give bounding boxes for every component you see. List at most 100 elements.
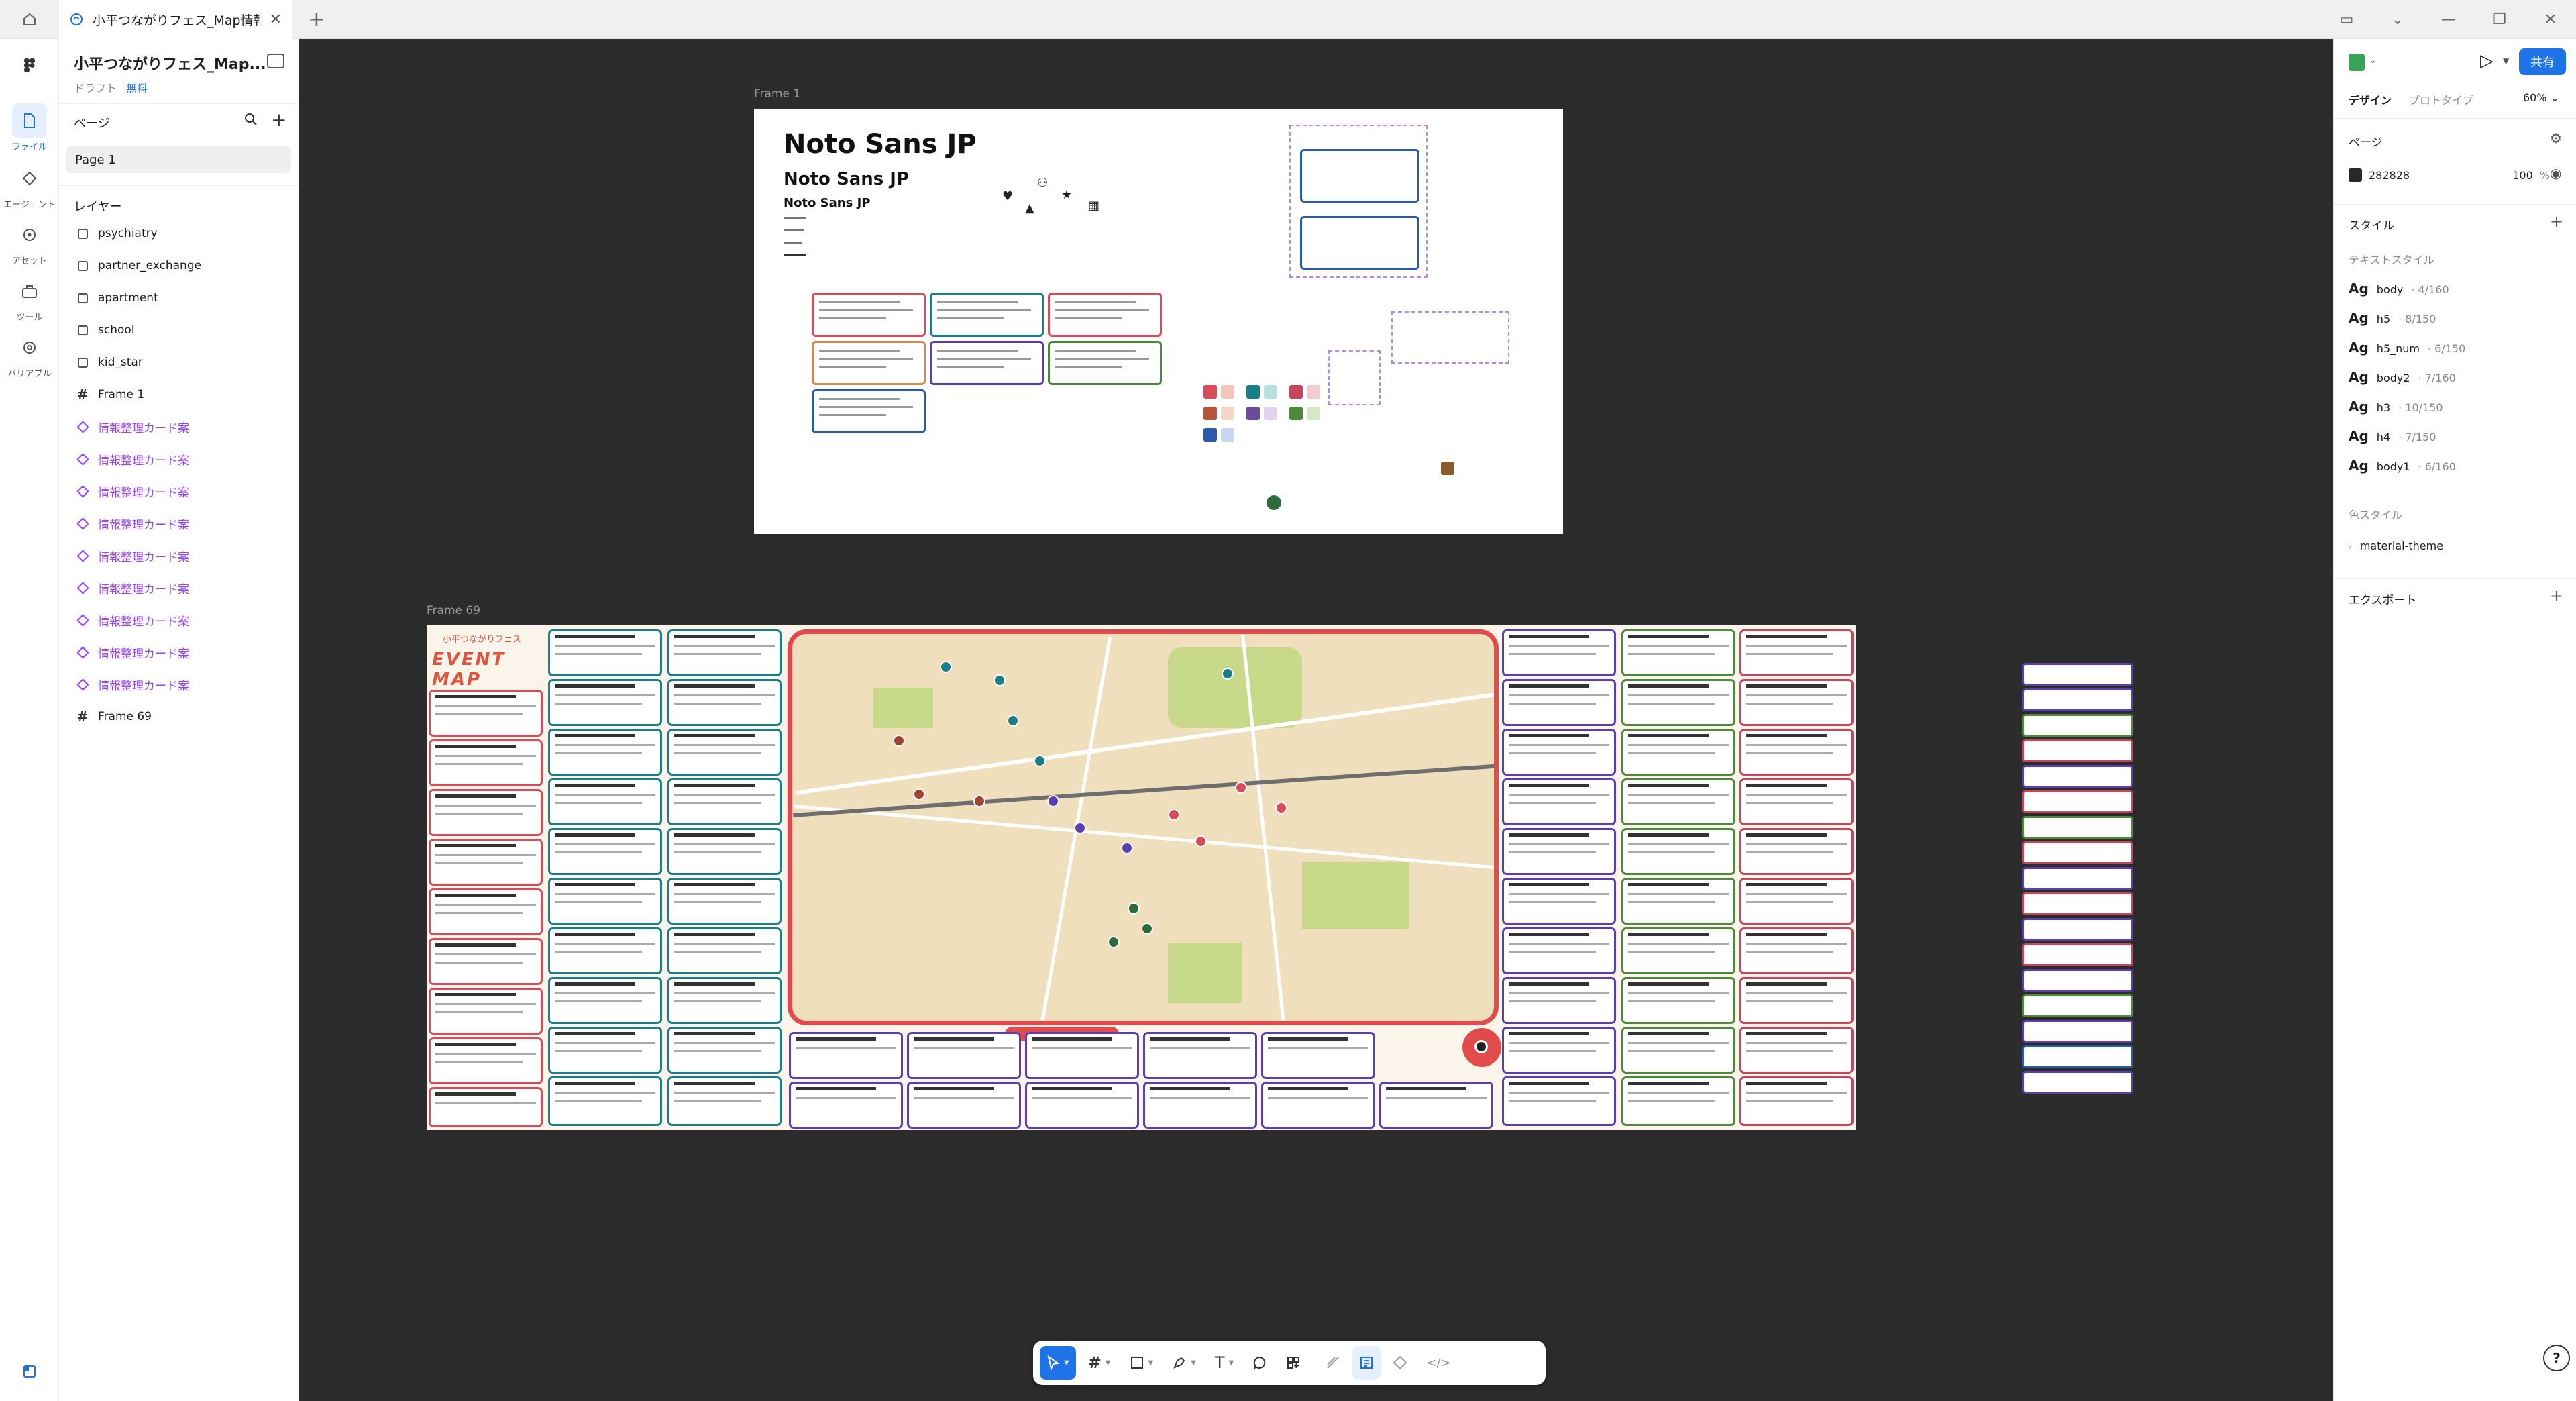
info-card[interactable] xyxy=(1143,1082,1257,1129)
info-card-instance[interactable] xyxy=(2022,1071,2133,1094)
info-card-sample[interactable] xyxy=(812,293,926,337)
info-card-sample[interactable] xyxy=(1048,293,1162,337)
color-swatch[interactable] xyxy=(1441,462,1454,475)
text-style-item[interactable]: Ag h4 · 7/150 xyxy=(2349,428,2436,444)
info-card[interactable] xyxy=(667,878,782,925)
sheets-icon[interactable] xyxy=(2349,54,2365,71)
home-button[interactable] xyxy=(0,0,59,39)
comment-tool-button[interactable] xyxy=(1246,1346,1274,1380)
info-card[interactable] xyxy=(1621,1027,1735,1074)
rail-menu[interactable] xyxy=(0,48,59,85)
info-card-instance[interactable] xyxy=(2022,1045,2133,1068)
info-card[interactable] xyxy=(429,938,543,985)
text-style-item[interactable]: Ag h5_num · 6/150 xyxy=(2349,340,2465,356)
map-pin[interactable] xyxy=(1128,902,1140,915)
map-pin[interactable] xyxy=(913,788,925,800)
color-swatch[interactable] xyxy=(1264,407,1277,420)
frame-1[interactable]: Noto Sans JP Noto Sans JP Noto Sans JP ⚇… xyxy=(754,109,1563,534)
info-card[interactable] xyxy=(1621,927,1735,974)
map-pin[interactable] xyxy=(1235,782,1247,794)
map-pin[interactable] xyxy=(940,661,952,673)
chevron-down-icon[interactable]: ⌄ xyxy=(2372,0,2423,39)
info-card[interactable] xyxy=(429,988,543,1035)
layer-item[interactable]: 情報整理カード案 xyxy=(66,444,291,474)
close-window-button[interactable]: ✕ xyxy=(2525,0,2576,39)
info-card-instance[interactable] xyxy=(2022,765,2133,788)
color-swatch[interactable] xyxy=(1289,407,1303,420)
color-swatch[interactable] xyxy=(1221,428,1234,442)
info-card[interactable] xyxy=(1379,1082,1493,1129)
info-card[interactable] xyxy=(548,828,662,875)
info-card-sample[interactable] xyxy=(930,341,1044,385)
info-card-instance[interactable] xyxy=(2022,969,2133,992)
help-button[interactable]: ? xyxy=(2543,1345,2570,1371)
layer-item[interactable]: 情報整理カード案 xyxy=(66,476,291,506)
layer-item[interactable]: # Frame 69 xyxy=(66,702,291,731)
info-card[interactable] xyxy=(1739,878,1854,925)
layer-item[interactable]: 情報整理カード案 xyxy=(66,605,291,635)
layer-item[interactable]: partner_exchange xyxy=(66,251,291,280)
info-card[interactable] xyxy=(429,789,543,836)
plan-badge[interactable]: 無料 xyxy=(126,79,148,95)
component-set[interactable] xyxy=(1289,125,1428,278)
page-color-swatch[interactable] xyxy=(2349,168,2362,182)
color-swatch[interactable] xyxy=(1221,385,1234,399)
map-pin[interactable] xyxy=(893,735,905,747)
info-card[interactable] xyxy=(429,839,543,886)
layer-item[interactable]: 情報整理カード案 xyxy=(66,412,291,442)
color-swatch[interactable] xyxy=(1203,428,1217,442)
color-swatch[interactable] xyxy=(1264,385,1277,399)
rail-variables[interactable]: バリアブル xyxy=(0,330,59,379)
map-pin[interactable] xyxy=(1034,755,1046,767)
color-swatch[interactable] xyxy=(1246,385,1260,399)
info-card[interactable] xyxy=(907,1032,1021,1079)
chevron-down-icon[interactable]: ▼ xyxy=(1064,1359,1069,1367)
info-card[interactable] xyxy=(1739,778,1854,825)
color-swatch[interactable] xyxy=(1203,407,1217,420)
rail-tools[interactable]: ツール xyxy=(0,274,59,323)
text-tool-button[interactable]: T ▼ xyxy=(1208,1346,1240,1380)
map-pin[interactable] xyxy=(1195,835,1207,847)
info-card[interactable] xyxy=(1739,729,1854,776)
info-card-instance[interactable] xyxy=(2022,790,2133,813)
frame-tool-button[interactable]: # ▼ xyxy=(1081,1346,1118,1380)
layer-item[interactable]: kid_star xyxy=(66,348,291,377)
info-card[interactable] xyxy=(1502,1076,1616,1126)
file-tab[interactable]: 小平つながりフェス_Map情報案 ✕ xyxy=(59,0,292,39)
info-card-instance[interactable] xyxy=(2022,739,2133,762)
info-card[interactable] xyxy=(548,679,662,726)
minimize-button[interactable]: — xyxy=(2423,0,2474,39)
frame-69[interactable]: 小平つながりフェス EVENT MAP xyxy=(427,625,1856,1130)
info-card[interactable] xyxy=(548,977,662,1024)
info-card[interactable] xyxy=(429,1037,543,1084)
info-card[interactable] xyxy=(1502,679,1616,726)
info-card[interactable] xyxy=(548,1027,662,1074)
info-card-instance[interactable] xyxy=(2022,841,2133,864)
layer-item[interactable]: 情報整理カード案 xyxy=(66,637,291,667)
page-color-hex[interactable]: 282828 xyxy=(2369,169,2486,182)
info-card[interactable] xyxy=(667,679,782,726)
move-tool-button[interactable]: ▼ xyxy=(1040,1346,1076,1380)
dev-mode-button[interactable]: </> xyxy=(1419,1346,1457,1380)
rail-file[interactable]: ファイル xyxy=(0,103,59,152)
info-card-sample[interactable] xyxy=(1048,341,1162,385)
info-card[interactable] xyxy=(1502,1027,1616,1074)
info-card[interactable] xyxy=(1621,878,1735,925)
text-style-item[interactable]: Ag body · 4/160 xyxy=(2349,280,2449,297)
layer-item[interactable]: psychiatry xyxy=(66,219,291,248)
layer-item[interactable]: school xyxy=(66,315,291,345)
info-card[interactable] xyxy=(1739,927,1854,974)
layer-item[interactable]: # Frame 1 xyxy=(66,380,291,409)
color-swatch[interactable] xyxy=(1307,385,1320,399)
info-card[interactable] xyxy=(1502,629,1616,676)
color-swatch[interactable] xyxy=(1221,407,1234,420)
chevron-down-icon[interactable]: ▼ xyxy=(1191,1359,1196,1367)
info-card[interactable] xyxy=(1502,729,1616,776)
page-color-row[interactable]: 282828 100 % xyxy=(2349,164,2550,187)
frame69-label[interactable]: Frame 69 xyxy=(427,604,480,617)
map-pin[interactable] xyxy=(1222,668,1234,680)
layer-item[interactable]: 情報整理カード案 xyxy=(66,670,291,699)
rail-assets[interactable]: アセット xyxy=(0,217,59,266)
info-card[interactable] xyxy=(1502,977,1616,1024)
info-card-instance[interactable] xyxy=(2022,816,2133,839)
